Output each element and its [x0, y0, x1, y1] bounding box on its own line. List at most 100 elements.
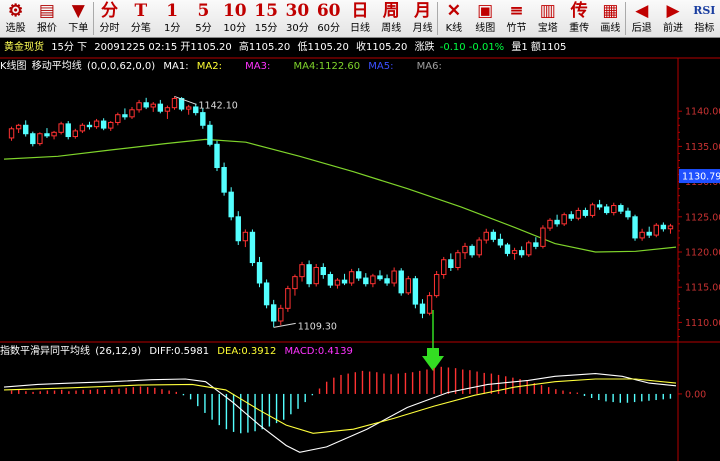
low-annotation-line — [273, 322, 296, 328]
toolbar-button-10[interactable]: 60 60分 — [313, 0, 344, 37]
toolbar-label-0: 选股 — [5, 23, 26, 34]
toolbar-button-0[interactable]: ⚙ 选股 — [0, 0, 31, 37]
y-tick-label-0: 1140.00 — [685, 107, 720, 118]
toolbar-icon-3: 分 — [101, 1, 119, 21]
candle-body — [129, 109, 135, 118]
candle-body — [171, 98, 178, 109]
macd-indicator-name[interactable]: 指数平滑异同平均线 — [0, 346, 90, 357]
toolbar-label-10: 60分 — [317, 23, 341, 34]
candle-body — [618, 205, 624, 212]
instrument-name: 黄金现货 — [4, 42, 44, 53]
candle-body — [511, 250, 518, 254]
candle-body — [596, 204, 603, 208]
toolbar-label-22: 指标 — [694, 23, 715, 34]
candle-body — [8, 128, 15, 139]
current-price-box — [679, 169, 720, 184]
toolbar-button-14[interactable]: ✕ K线 — [438, 0, 469, 37]
y-tick-label-4: 1120.00 — [685, 248, 720, 259]
candle-body — [533, 242, 539, 247]
diff-line — [3, 373, 677, 453]
toolbar-button-5[interactable]: 1 1分 — [157, 0, 188, 37]
toolbar-icon-22: RSI — [693, 4, 716, 17]
toolbar-button-2[interactable]: ▼ 下单 — [63, 0, 94, 37]
toolbar-button-19[interactable]: ▦ 画线 — [595, 0, 626, 37]
toolbar: ⚙ 选股 ▤ 报价 ▼ 下单分分时 T 分笔 1 1分 5 5分 10 10分 15 15分 30 30分 60 60… — [0, 0, 720, 38]
macd-zero-label: 0.00 — [685, 389, 706, 400]
diff-label: DIFF:0.5981 — [149, 346, 210, 357]
candle-body — [391, 270, 397, 284]
y-tick-label-3: 1125.00 — [685, 212, 720, 223]
toolbar-button-4[interactable]: T 分笔 — [125, 0, 156, 37]
toolbar-button-17[interactable]: ▥ 宝塔 — [532, 0, 563, 37]
toolbar-icon-17: ▥ — [539, 1, 556, 21]
toolbar-label-3: 分时 — [99, 23, 120, 34]
candle-body — [405, 278, 412, 294]
toolbar-icon-10: 60 — [316, 1, 341, 21]
toolbar-label-5: 1分 — [163, 23, 181, 34]
candle-body — [30, 133, 36, 145]
toolbar-button-7[interactable]: 10 10分 — [219, 0, 250, 37]
ma4-line — [3, 138, 677, 253]
candle-body — [178, 98, 185, 110]
toolbar-button-8[interactable]: 15 15分 — [250, 0, 281, 37]
toolbar-icon-8: 15 — [254, 1, 278, 21]
toolbar-button-1[interactable]: ▤ 报价 — [31, 0, 62, 37]
toolbar-button-11[interactable]: 日日线 — [344, 0, 375, 37]
candle-body — [256, 262, 263, 284]
macd-legend: 指数平滑异同平均线 (26,12,9) DIFF:0.5981 DEA:0.39… — [0, 344, 358, 360]
y-tick-label-2: 1130.00 — [685, 177, 720, 188]
candle-body — [65, 123, 71, 138]
toolbar-button-3[interactable]: 分分时 — [94, 0, 125, 37]
candle-body — [86, 124, 93, 128]
toolbar-icon-11: 日 — [351, 1, 369, 21]
candle-body — [356, 271, 362, 279]
toolbar-button-12[interactable]: 周周线 — [376, 0, 407, 37]
candle-body — [518, 250, 525, 256]
toolbar-label-1: 报价 — [36, 23, 57, 34]
candle-body — [249, 231, 256, 264]
toolbar-label-21: 前进 — [663, 23, 684, 34]
toolbar-button-22[interactable]: RSI 指标 — [689, 0, 720, 37]
toolbar-button-6[interactable]: 5 5分 — [188, 0, 219, 37]
toolbar-button-13[interactable]: 月月线 — [407, 0, 438, 37]
candle-body — [469, 245, 475, 256]
toolbar-button-21[interactable]: ▶ 前进 — [657, 0, 688, 37]
candle-body — [221, 167, 227, 193]
toolbar-button-16[interactable]: ≡ 竹节 — [501, 0, 532, 37]
high-annotation-line — [174, 95, 197, 105]
current-price-label: 1130.79 — [682, 172, 720, 183]
volume-value: 量1 额1105 — [511, 42, 567, 53]
candle-body — [79, 124, 86, 132]
candle-body — [370, 275, 376, 285]
candle-body — [568, 214, 574, 219]
toolbar-label-14: K线 — [445, 23, 463, 34]
toolbar-icon-4: T — [134, 1, 148, 21]
toolbar-icon-14: ✕ — [446, 1, 462, 21]
toolbar-button-18[interactable]: 传重传 — [563, 0, 594, 37]
toolbar-button-9[interactable]: 30 30分 — [282, 0, 313, 37]
candle-body — [136, 102, 142, 111]
candle-body — [320, 266, 326, 276]
toolbar-icon-5: 1 — [166, 1, 179, 21]
candle-body — [667, 225, 674, 230]
candle-body — [483, 231, 489, 241]
toolbar-icon-12: 周 — [382, 1, 400, 21]
toolbar-icon-20: ◀ — [635, 1, 649, 21]
toolbar-icon-15: ▣ — [477, 1, 494, 21]
toolbar-button-15[interactable]: ▣ 线图 — [470, 0, 501, 37]
toolbar-button-20[interactable]: ◀ 后退 — [626, 0, 657, 37]
candle-body — [504, 244, 511, 254]
candle-body — [44, 133, 50, 137]
indicator-name[interactable]: 移动平均线 — [32, 61, 82, 72]
candle-body — [660, 224, 667, 230]
toolbar-icon-18: 传 — [570, 1, 588, 21]
macd-label: MACD:0.4139 — [284, 346, 353, 357]
ma1-label: MA1: — [163, 61, 189, 72]
candle-body — [37, 133, 43, 145]
toolbar-icon-9: 30 — [285, 1, 310, 21]
candle-body — [497, 238, 504, 246]
toolbar-label-12: 周线 — [381, 23, 402, 34]
candle-body — [384, 278, 390, 284]
chart-type-label[interactable]: K线图 — [0, 61, 27, 72]
candle-body — [299, 264, 305, 278]
